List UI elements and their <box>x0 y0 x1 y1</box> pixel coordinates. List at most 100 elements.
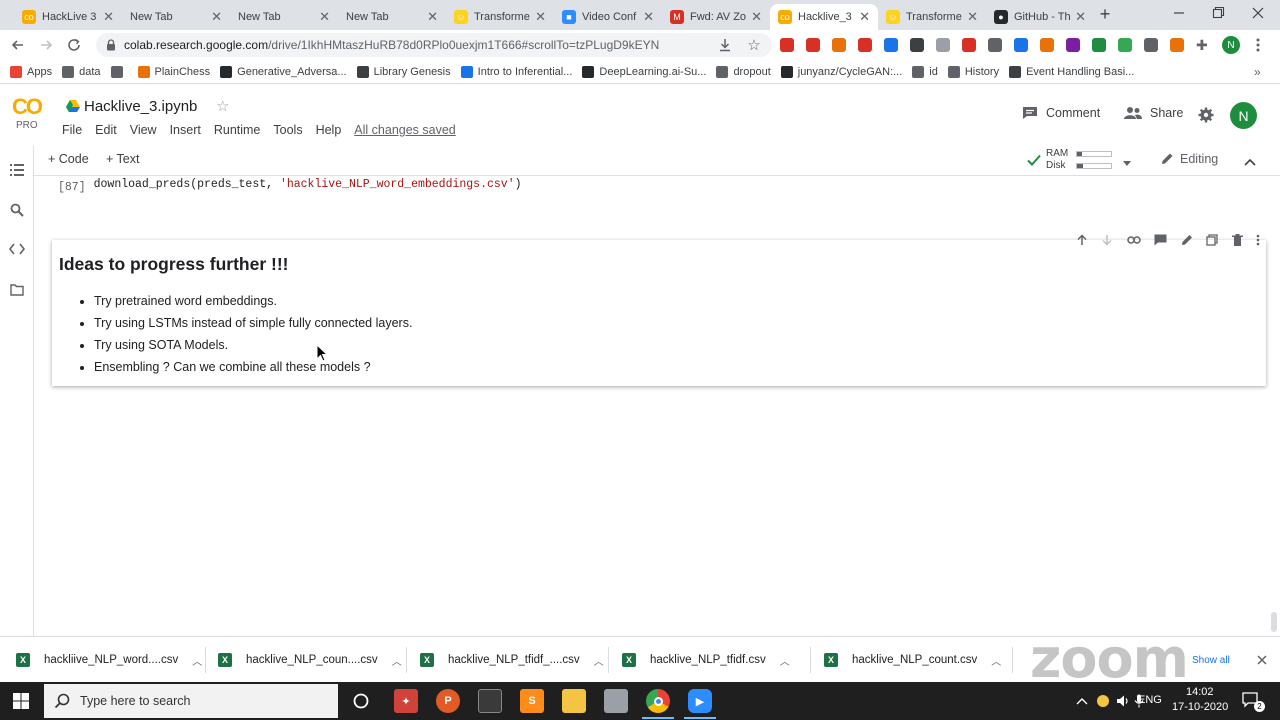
bookmark-item[interactable] <box>110 65 128 78</box>
tab-close-icon[interactable]: ✕ <box>103 9 114 25</box>
app-icon-red[interactable]: ✦ <box>394 689 418 713</box>
star-notebook-icon[interactable]: ☆ <box>216 97 229 115</box>
markdown-cell[interactable]: Ideas to progress further !!! Try pretra… <box>52 234 1266 386</box>
tab-close-icon[interactable]: ✕ <box>751 9 762 25</box>
reload-icon[interactable] <box>66 37 82 53</box>
windows-start-icon[interactable] <box>13 693 29 709</box>
download-icon[interactable] <box>718 37 732 53</box>
sublime-text-icon[interactable]: S <box>520 689 544 713</box>
browser-extension-icon[interactable] <box>988 38 1002 52</box>
show-all-downloads-button[interactable]: Show all <box>1192 655 1230 666</box>
menu-edit[interactable]: Edit <box>95 123 117 137</box>
chevron-up-icon[interactable]: ︿ <box>594 653 604 668</box>
share-button[interactable]: Share <box>1124 106 1183 120</box>
cortana-icon[interactable] <box>353 693 369 709</box>
resources-indicator[interactable]: RAM Disk <box>1046 148 1116 174</box>
code-snippets-icon[interactable] <box>8 243 26 255</box>
taskbar-search-box[interactable]: Type here to search <box>44 684 338 718</box>
new-tab-button[interactable]: + <box>1096 5 1114 23</box>
add-code-cell-button[interactable]: + Code <box>48 152 89 166</box>
close-downloads-icon[interactable] <box>1256 654 1268 666</box>
chevron-up-icon[interactable]: ︿ <box>780 653 790 668</box>
file-explorer-icon[interactable] <box>562 689 586 713</box>
add-text-cell-button[interactable]: + Text <box>106 152 139 166</box>
browser-tab[interactable]: co HackLive 3 ✕ <box>14 4 122 30</box>
app-icon-gray[interactable] <box>604 689 628 713</box>
bookmark-item[interactable]: Apps <box>10 65 52 78</box>
tab-close-icon[interactable]: ✕ <box>535 9 546 25</box>
browser-extension-icon[interactable] <box>1040 38 1054 52</box>
bookmark-item[interactable]: Library Genesis <box>356 65 451 78</box>
tab-close-icon[interactable]: ✕ <box>643 9 654 25</box>
download-item[interactable]: Xhacklive_NLP_tfidf_....csv ︿ <box>420 645 604 675</box>
browser-tab[interactable]: ■ Video Conf ✕ <box>554 4 662 30</box>
download-item[interactable]: Xhacklive_NLP_coun....csv ︿ <box>218 645 402 675</box>
browser-extension-icon[interactable] <box>910 38 924 52</box>
app-icon-window[interactable] <box>478 689 502 713</box>
link-icon[interactable] <box>1127 235 1141 245</box>
tab-close-icon[interactable]: ✕ <box>211 9 222 25</box>
clock-date[interactable]: 17-10-2020 <box>1172 701 1228 713</box>
browser-extension-icon[interactable] <box>1014 38 1028 52</box>
browser-extension-icon[interactable] <box>832 38 846 52</box>
scrollbar-thumb[interactable] <box>1271 612 1277 632</box>
bookmark-item[interactable]: data <box>62 65 101 78</box>
tab-close-icon[interactable]: ✕ <box>967 9 978 25</box>
browser-tab[interactable]: New Tab ✕ <box>338 4 446 30</box>
bookmark-item[interactable]: junyanz/CycleGAN:... <box>780 65 902 78</box>
back-icon[interactable] <box>10 37 26 53</box>
table-of-contents-icon[interactable] <box>10 164 24 176</box>
download-item[interactable]: Xhackliive_NLP_word....csv ︿ <box>16 645 202 675</box>
minimize-window-button[interactable] <box>1172 6 1186 20</box>
browser-extension-icon[interactable] <box>1092 38 1106 52</box>
user-avatar[interactable]: N <box>1230 102 1257 129</box>
menu-view[interactable]: View <box>130 123 157 137</box>
volume-icon[interactable] <box>1116 694 1130 708</box>
profile-avatar[interactable]: N <box>1222 36 1240 54</box>
move-up-icon[interactable] <box>1076 234 1088 246</box>
collapse-header-icon[interactable] <box>1244 155 1256 166</box>
close-window-button[interactable] <box>1251 6 1265 20</box>
menu-help[interactable]: Help <box>316 123 342 137</box>
search-icon[interactable] <box>10 203 24 217</box>
tray-chevron-icon[interactable] <box>1076 695 1088 705</box>
restore-window-button[interactable] <box>1211 6 1225 20</box>
chevron-up-icon[interactable]: ︿ <box>392 653 402 668</box>
editing-mode-button[interactable]: Editing <box>1160 152 1218 166</box>
tray-app-icon[interactable] <box>1097 695 1109 707</box>
download-item[interactable]: Xhacklive_NLP_tfidf.csv ︿ <box>622 645 790 675</box>
app-icon-podcast[interactable]: P <box>436 689 460 713</box>
browser-extension-icon[interactable] <box>1118 38 1132 52</box>
browser-extension-icon[interactable] <box>962 38 976 52</box>
bookmark-item[interactable]: Event Handling Basi... <box>1009 65 1134 78</box>
bookmark-item[interactable]: History <box>947 65 999 78</box>
more-options-icon[interactable] <box>1256 234 1260 246</box>
browser-menu-icon[interactable] <box>1254 37 1262 53</box>
comment-cell-icon[interactable] <box>1154 234 1167 246</box>
bookmark-item[interactable]: DeepLearning.ai-Su... <box>582 65 706 78</box>
address-bar[interactable]: colab.research.google.com/drive/1IkhHMta… <box>96 33 772 57</box>
download-item[interactable]: Xhacklive_NLP_count.csv ︿ <box>824 645 1001 675</box>
forward-icon[interactable] <box>38 37 54 53</box>
bookmark-item[interactable]: dropout <box>716 65 771 78</box>
tab-close-icon[interactable]: ✕ <box>319 9 330 25</box>
chevron-up-icon[interactable]: ︿ <box>192 653 202 668</box>
browser-extension-icon[interactable] <box>884 38 898 52</box>
move-down-icon[interactable] <box>1101 234 1113 246</box>
save-status-link[interactable]: All changes saved <box>354 123 455 137</box>
browser-extension-icon[interactable] <box>780 38 794 52</box>
menu-tools[interactable]: Tools <box>273 123 302 137</box>
browser-extension-icon[interactable] <box>858 38 872 52</box>
bookmark-item[interactable]: id <box>912 65 938 78</box>
files-folder-icon[interactable] <box>10 284 24 296</box>
colab-logo[interactable]: CO PRO <box>12 96 50 136</box>
notebook-title[interactable]: Hacklive_3.ipynb <box>84 98 197 115</box>
menu-file[interactable]: File <box>62 123 82 137</box>
clock-time[interactable]: 14:02 <box>1186 686 1214 698</box>
extensions-puzzle-icon[interactable]: ✚ <box>1196 37 1212 53</box>
browser-extension-icon[interactable] <box>1066 38 1080 52</box>
browser-tab[interactable]: M Fwd: AV Zo ✕ <box>662 4 770 30</box>
resources-dropdown-icon[interactable] <box>1123 156 1131 166</box>
zoom-app-icon[interactable]: ▶ <box>688 689 712 713</box>
language-indicator[interactable]: ENG <box>1138 694 1162 706</box>
